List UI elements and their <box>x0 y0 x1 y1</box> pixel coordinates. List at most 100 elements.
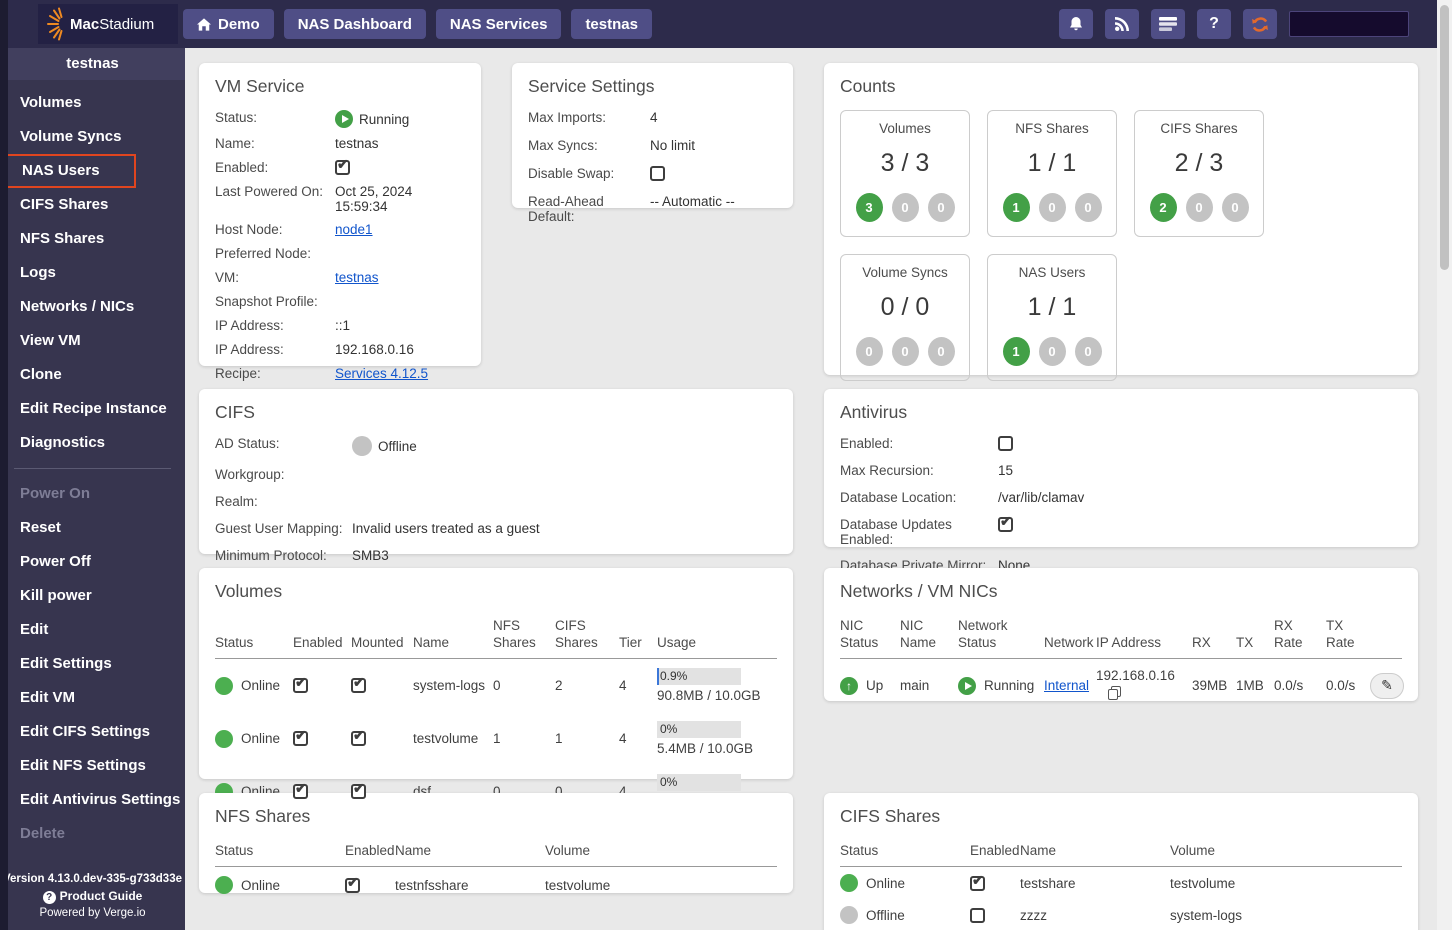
sidebar-action-reset[interactable]: Reset <box>0 511 185 545</box>
status-badge: 0 <box>1038 193 1066 222</box>
share-name: zzzz <box>1020 907 1047 923</box>
host-node-link[interactable]: node1 <box>335 222 373 237</box>
offline-status-icon <box>840 906 858 924</box>
share-name: testnfsshare <box>395 877 469 893</box>
sidebar-action-kill-power[interactable]: Kill power <box>0 579 185 613</box>
status-badge: 3 <box>855 193 883 222</box>
sidebar-action-edit-nfs-settings[interactable]: Edit NFS Settings <box>0 749 185 783</box>
share-name: testshare <box>1020 875 1076 891</box>
volumes-table: Status Enabled Mounted Name NFS Shares C… <box>215 615 777 818</box>
sidebar-action-power-off[interactable]: Power Off <box>0 545 185 579</box>
network-link[interactable]: Internal <box>1044 678 1089 693</box>
enabled-checkbox[interactable] <box>345 874 360 893</box>
help-button[interactable]: ? <box>1197 9 1231 39</box>
share-volume: testvolume <box>1170 875 1236 891</box>
sidebar-item-cifs-shares[interactable]: CIFS Shares <box>0 188 185 222</box>
antivirus-card: Antivirus Enabled: Max Recursion: 15 Dat… <box>824 389 1418 573</box>
table-row[interactable]: Online testnfsshare testvolume <box>215 867 777 904</box>
vm-name-value: testnas <box>335 136 379 151</box>
nic-ip-value: 192.168.0.16 <box>1096 668 1175 683</box>
vm-link[interactable]: testnas <box>335 270 379 285</box>
mounted-checkbox[interactable] <box>351 780 366 800</box>
table-row[interactable]: Offline zzzz system-logs <box>840 899 1402 930</box>
sidebar-action-delete: Delete <box>20 825 66 842</box>
sidebar-action-edit-antivirus-settings[interactable]: Edit Antivirus Settings <box>0 783 185 817</box>
sidebar-item-nfs-shares[interactable]: NFS Shares <box>0 222 185 256</box>
nfs-shares-card: NFS Shares Status Enabled Name Volume On… <box>199 793 793 894</box>
networks-card: Networks / VM NICs NIC Status NIC Name N… <box>824 568 1418 701</box>
sidebar-item-diagnostics[interactable]: Diagnostics <box>0 426 185 460</box>
enabled-checkbox[interactable] <box>293 674 308 694</box>
sidebar-action-edit-vm[interactable]: Edit VM <box>0 681 185 715</box>
table-row[interactable]: Online testvolume 1 1 4 0%5.4MB / 10.0GB <box>215 712 777 765</box>
sidebar-item-networks-nics[interactable]: Networks / NICs <box>0 290 185 324</box>
sidebar-item-nas-users[interactable]: NAS Users <box>0 154 136 188</box>
enabled-checkbox[interactable] <box>293 727 308 747</box>
max-recursion-value: 15 <box>998 463 1014 478</box>
recipe-link[interactable]: Services 4.12.5 <box>335 366 428 381</box>
nav-button-label: NAS Services <box>449 15 548 33</box>
version-text: Version 4.13.0.dev-335-g733d33e <box>3 873 182 885</box>
ip-address-value: 192.168.0.16 <box>335 342 414 357</box>
sidebar-action-edit-cifs-settings[interactable]: Edit CIFS Settings <box>0 715 185 749</box>
edit-nic-button[interactable]: ✎ <box>1370 672 1404 699</box>
count-ratio: 2 / 3 <box>1174 149 1224 177</box>
offline-status-icon <box>352 436 372 456</box>
table-row[interactable]: Online system-logs 0 2 4 0.9%90.8MB / 10… <box>215 659 777 713</box>
nic-up-icon: ↑ <box>840 676 858 695</box>
usage-bar: 0.9% <box>657 668 741 685</box>
sidebar-item-edit-recipe-instance[interactable]: Edit Recipe Instance <box>0 392 185 426</box>
antivirus-enabled-checkbox[interactable] <box>998 436 1013 451</box>
min-protocol-value: SMB3 <box>352 548 389 563</box>
db-updates-checkbox[interactable] <box>998 513 1013 532</box>
sidebar-action-edit[interactable]: Edit <box>0 613 185 647</box>
count-ratio: 0 / 0 <box>880 293 930 321</box>
running-status-icon <box>335 110 353 128</box>
mounted-checkbox[interactable] <box>351 674 366 694</box>
sidebar-item-volume-syncs[interactable]: Volume Syncs <box>0 120 185 154</box>
sidebar-footer: Version 4.13.0.dev-335-g733d33e ? Product… <box>0 871 185 922</box>
sidebar-item-clone[interactable]: Clone <box>0 358 185 392</box>
sidebar-item-view-vm[interactable]: View VM <box>0 324 185 358</box>
sidebar-action-edit-settings[interactable]: Edit Settings <box>0 647 185 681</box>
max-imports-value: 4 <box>650 110 658 125</box>
enabled-checkbox[interactable] <box>970 907 985 923</box>
sidebar-item-volumes[interactable]: Volumes <box>0 86 185 120</box>
count-ratio: 3 / 3 <box>880 149 930 177</box>
nav-button-nas-services[interactable]: NAS Services <box>435 9 562 39</box>
feed-button[interactable] <box>1105 9 1139 39</box>
refresh-button[interactable] <box>1243 9 1277 39</box>
usage-bar-fill <box>657 668 659 685</box>
table-row[interactable]: Online testshare testvolume <box>840 867 1402 900</box>
enabled-checkbox[interactable] <box>293 780 308 800</box>
topbar-search-input[interactable] <box>1289 11 1409 37</box>
volume-name: testvolume <box>413 731 479 746</box>
sidebar-title: testnas <box>0 48 185 80</box>
page-scrollbar <box>1437 0 1452 930</box>
enabled-checkbox[interactable] <box>970 872 985 891</box>
mounted-checkbox[interactable] <box>351 727 366 747</box>
top-navbar: MacStadium Demo NAS Dashboard NAS Servic… <box>0 0 1437 48</box>
status-badge: 0 <box>1074 193 1102 222</box>
nav-button-label: Demo <box>218 15 260 33</box>
bell-icon <box>1070 17 1082 31</box>
sidebar-item-logs[interactable]: Logs <box>0 256 185 290</box>
task-queue-button[interactable] <box>1151 9 1185 39</box>
main-content: VM Service Status: Running Name: testnas… <box>185 48 1437 930</box>
copy-icon[interactable] <box>1108 686 1121 703</box>
count-tile-cifs-shares: CIFS Shares 2 / 3 2 0 0 <box>1134 110 1264 237</box>
status-badge: 0 <box>855 337 883 366</box>
product-guide-link[interactable]: ? Product Guide <box>0 888 185 905</box>
table-row[interactable]: ↑ Up main Running Internal 192.168.0.16 3… <box>840 659 1404 713</box>
vm-enabled-checkbox[interactable] <box>335 156 350 175</box>
scrollbar-thumb[interactable] <box>1440 5 1449 270</box>
notifications-button[interactable] <box>1059 9 1093 39</box>
count-tile-volume-syncs: Volume Syncs 0 / 0 0 0 0 <box>840 254 970 381</box>
nav-button-testnas[interactable]: testnas <box>571 9 652 39</box>
vm-service-card: VM Service Status: Running Name: testnas… <box>199 63 481 381</box>
nav-button-demo[interactable]: Demo <box>183 9 274 39</box>
nav-button-label: testnas <box>585 15 638 33</box>
online-status-icon <box>215 676 233 695</box>
nav-button-nas-dashboard[interactable]: NAS Dashboard <box>283 9 426 39</box>
disable-swap-checkbox[interactable] <box>650 166 665 181</box>
